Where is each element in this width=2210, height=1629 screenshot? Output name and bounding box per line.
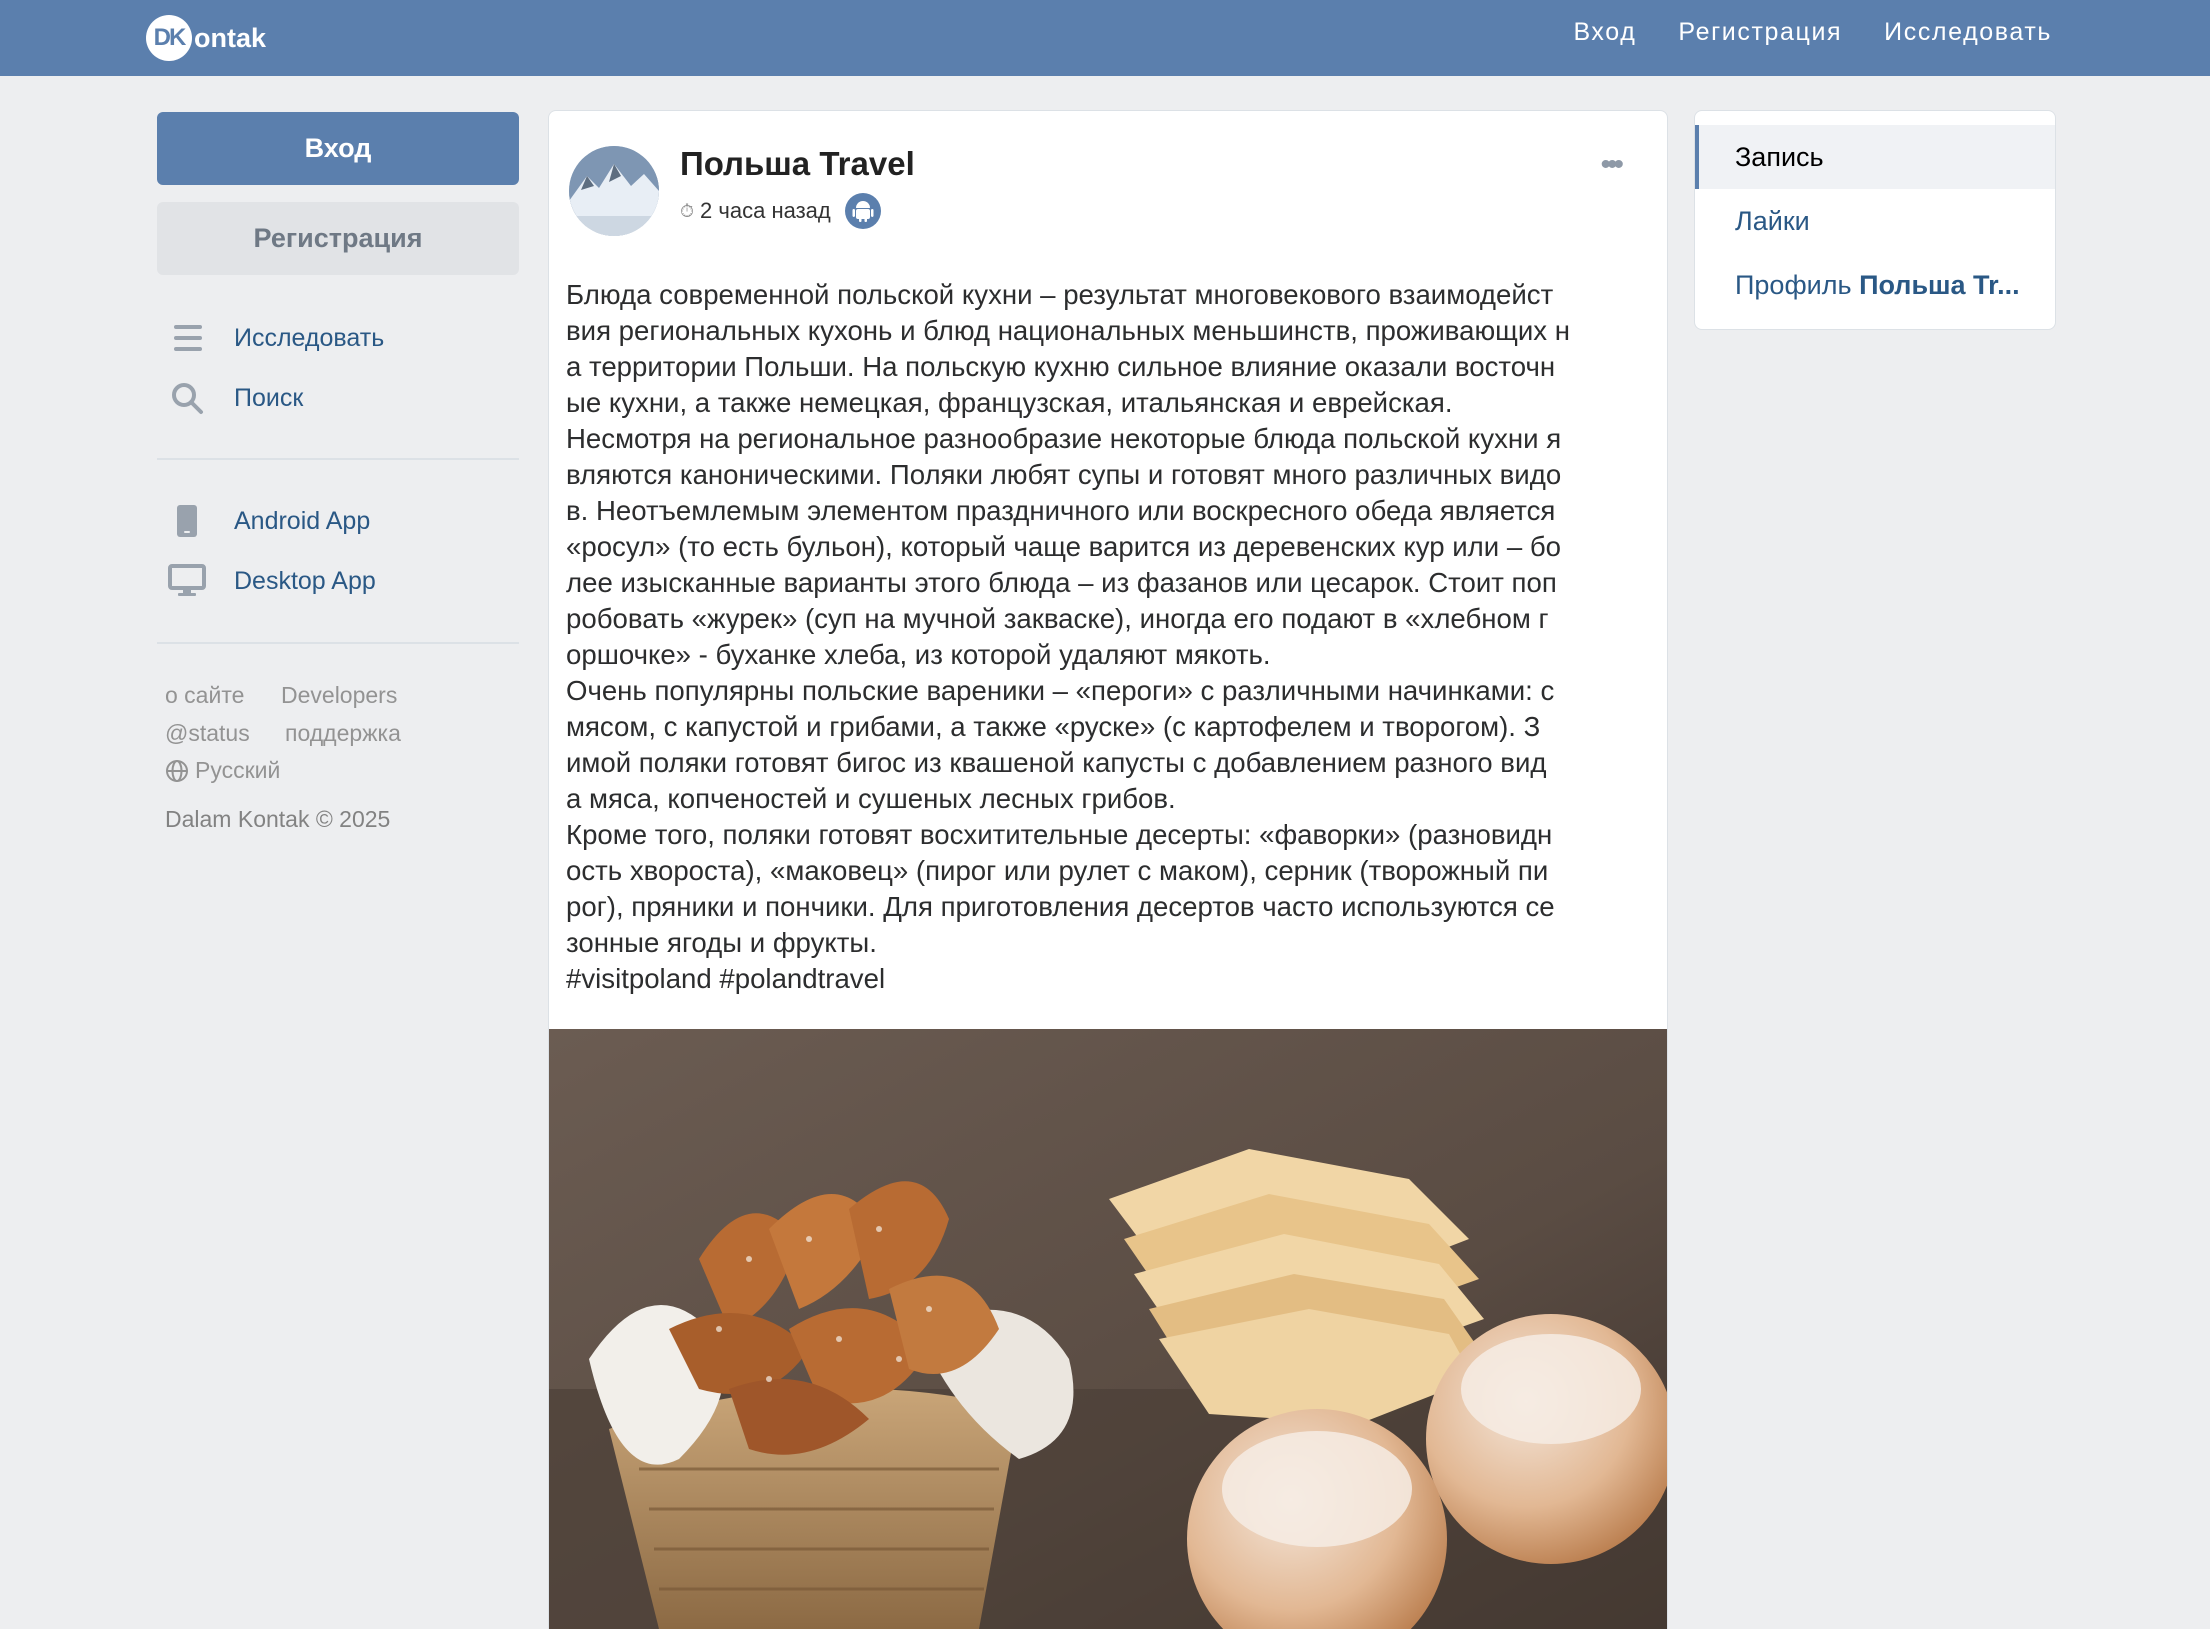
more-options-icon[interactable]: •••	[1600, 150, 1623, 180]
sidebar-item-label: Поиск	[234, 383, 304, 412]
post-text-line: «росул» (то есть бульон), который чаще в…	[566, 531, 1562, 562]
sidebar-item-label: Исследовать	[234, 323, 385, 352]
post-photo[interactable]	[549, 1029, 1667, 1629]
side-nav-post[interactable]: Запись	[1695, 125, 2055, 189]
footer-support-link[interactable]: поддержка	[285, 720, 401, 747]
post-text-line: Блюда современной польской кухни – резул…	[566, 279, 1554, 310]
post-text-line: мясом, с капустой и грибами, а также «ру…	[566, 711, 1541, 742]
post-text-line: а территории Польши. На польскую кухню с…	[566, 351, 1556, 382]
footer-status-link[interactable]: @status	[165, 720, 250, 747]
clock-icon: ⏱	[680, 200, 695, 221]
monitor-icon	[166, 560, 208, 602]
post-text: Блюда современной польской кухни – резул…	[566, 277, 1652, 997]
sidebar-item-search[interactable]: Поиск	[166, 370, 303, 426]
top-register-link[interactable]: Регистрация	[1678, 18, 1842, 47]
post-side-nav: Запись Лайки Профиль Польша Tr...	[1694, 110, 2056, 330]
post-text-line: в. Неотъемлемым элементом праздничного и…	[566, 495, 1556, 526]
post-text-line: лее изысканные варианты этого блюда – из…	[566, 567, 1557, 598]
android-icon	[844, 193, 881, 229]
avatar[interactable]	[569, 146, 659, 236]
side-nav-profile-prefix: Профиль	[1735, 269, 1860, 300]
top-login-link[interactable]: Вход	[1573, 18, 1636, 47]
language-label: Русский	[195, 757, 281, 783]
post-text-line: Несмотря на региональное разнообразие не…	[566, 423, 1562, 454]
logo[interactable]: DK ontak	[146, 10, 266, 66]
sidebar-item-explore[interactable]: Исследовать	[166, 310, 384, 366]
post-text-line: Кроме того, поляки готовят восхитительны…	[566, 819, 1553, 850]
post-hashtags: #visitpoland #polandtravel	[566, 963, 886, 994]
top-nav: Вход Регистрация Исследовать	[1573, 0, 2052, 64]
logo-mark: DK	[146, 15, 192, 61]
side-nav-likes[interactable]: Лайки	[1695, 189, 2055, 253]
post-text-line: а мяса, копченостей и сушеных лесных гри…	[566, 783, 1176, 814]
post-text-line: ость хвороста), «маковец» (пирог или рул…	[566, 855, 1549, 886]
post-text-line: зонные ягоды и фрукты.	[566, 927, 877, 958]
phone-icon	[166, 500, 208, 542]
side-nav-profile-name: Польша Tr...	[1859, 269, 2020, 300]
search-icon	[166, 377, 208, 419]
post-text-line: вляются каноническими. Поляки любят супы…	[566, 459, 1562, 490]
sidebar-item-android-app[interactable]: Android App	[166, 493, 370, 549]
post-text-line: Очень популярны польские вареники – «пер…	[566, 675, 1555, 706]
top-explore-link[interactable]: Исследовать	[1884, 18, 2052, 47]
footer-language-link[interactable]: Русский	[165, 757, 280, 784]
register-button[interactable]: Регистрация	[157, 202, 519, 275]
post-text-line: имой поляки готовят бигос из квашеной ка…	[566, 747, 1547, 778]
copyright: Dalam Kontak © 2025	[165, 806, 391, 832]
post-card: Польша Travel ⏱ 2 часа назад ••• Блюда с…	[548, 110, 1668, 1629]
sidebar-item-label: Desktop App	[234, 566, 376, 595]
post-time[interactable]: 2 часа назад	[700, 198, 831, 224]
list-icon	[166, 317, 208, 359]
footer-about-link[interactable]: о сайте	[165, 682, 244, 709]
post-text-line: рог), пряники и пончики. Для приготовлен…	[566, 891, 1555, 922]
logo-text: ontak	[194, 22, 267, 53]
post-author[interactable]: Польша Travel	[680, 145, 915, 183]
post-text-line: робовать «журек» (суп на мучной закваске…	[566, 603, 1549, 634]
post-meta: ⏱ 2 часа назад	[680, 193, 881, 229]
footer-developers-link[interactable]: Developers	[281, 682, 397, 709]
post-text-line: вия региональных кухонь и блюд националь…	[566, 315, 1570, 346]
side-nav-profile[interactable]: Профиль Польша Tr...	[1695, 253, 2055, 317]
login-button[interactable]: Вход	[157, 112, 519, 185]
sidebar-item-desktop-app[interactable]: Desktop App	[166, 553, 376, 609]
post-text-line: ые кухни, а также немецкая, французская,…	[566, 387, 1453, 418]
sidebar-divider	[157, 642, 519, 644]
sidebar-item-label: Android App	[234, 506, 371, 535]
top-bar: DK ontak Вход Регистрация Исследовать	[0, 0, 2210, 76]
globe-icon	[165, 759, 189, 783]
sidebar-divider	[157, 458, 519, 460]
post-text-line: оршочке» - буханке хлеба, из которой уда…	[566, 639, 1271, 670]
